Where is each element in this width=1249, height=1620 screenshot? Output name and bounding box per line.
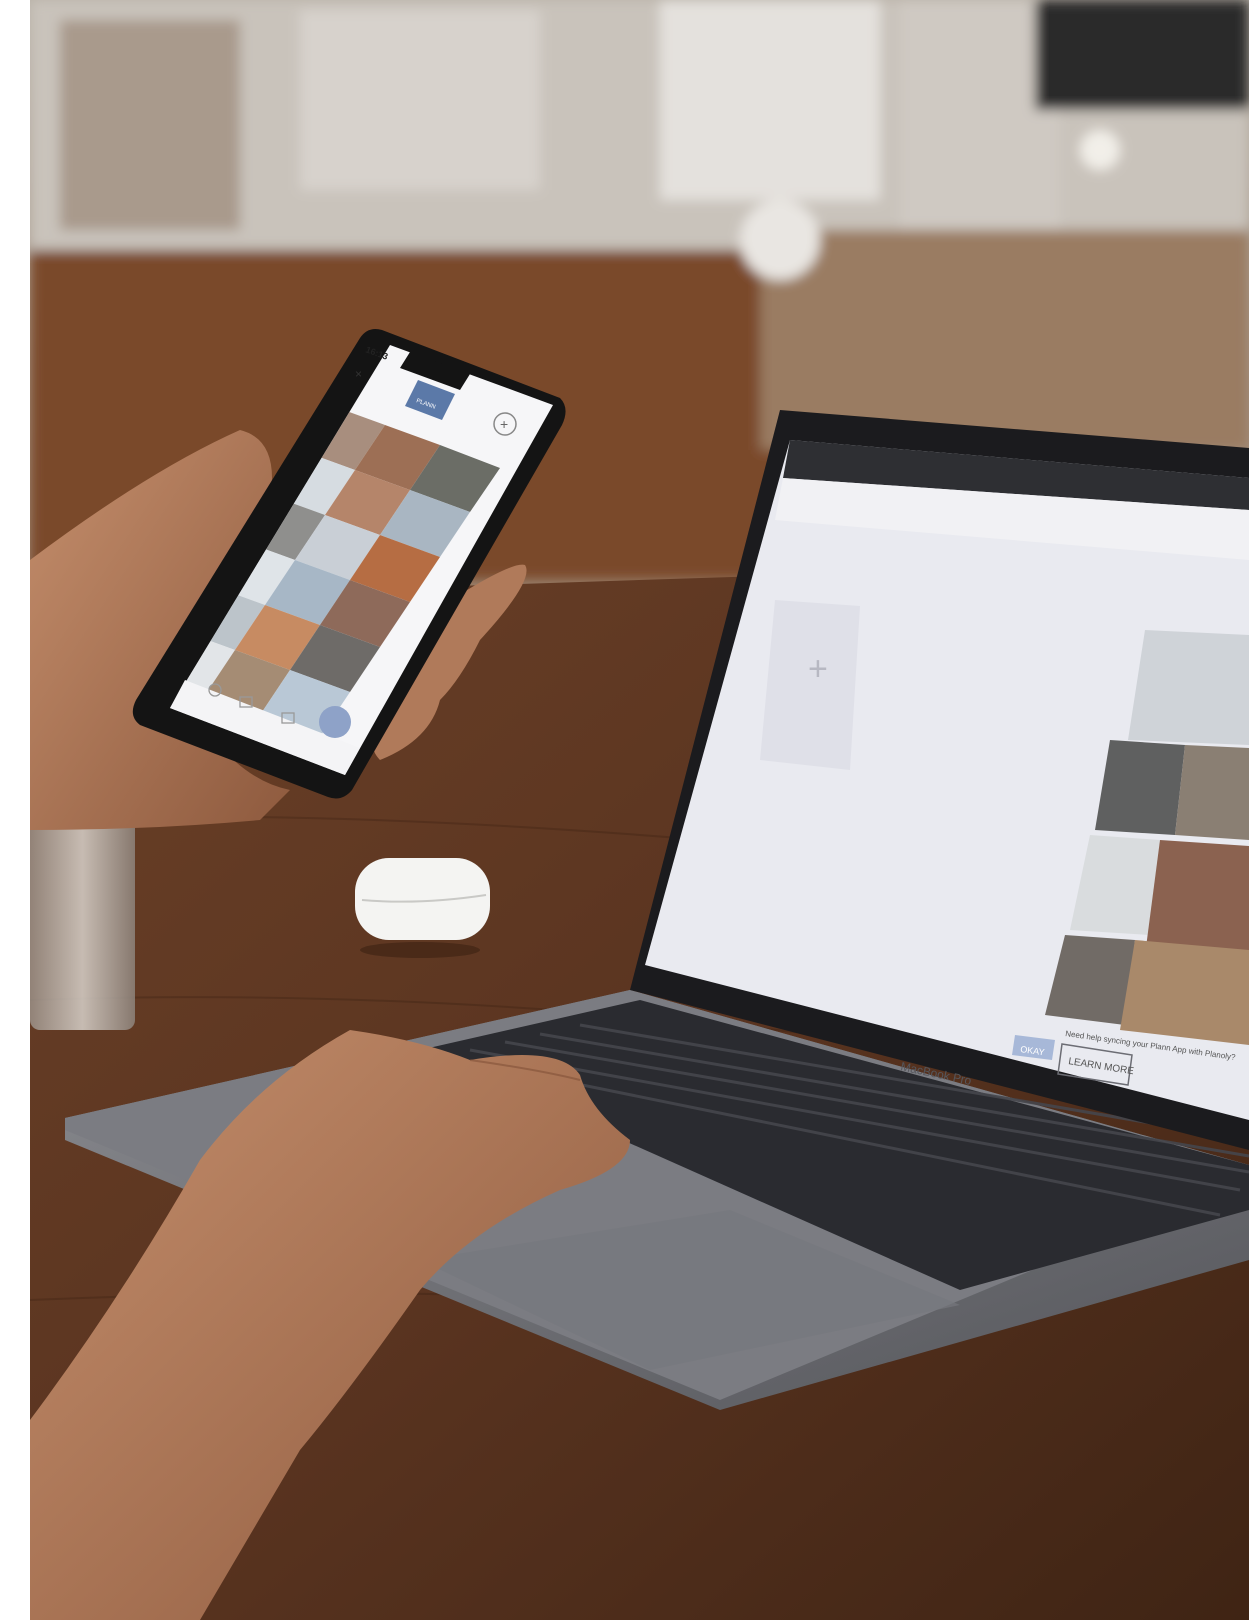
photo-scene: + OKAY LEARN MORE Need help syncing your… [0,0,1249,1620]
water-glass [29,805,135,1030]
phone-close-icon[interactable]: × [355,367,362,381]
laptop-add-icon[interactable]: + [808,650,828,688]
phone-plus-icon: + [500,416,508,432]
phone-fab-button[interactable] [319,706,351,738]
